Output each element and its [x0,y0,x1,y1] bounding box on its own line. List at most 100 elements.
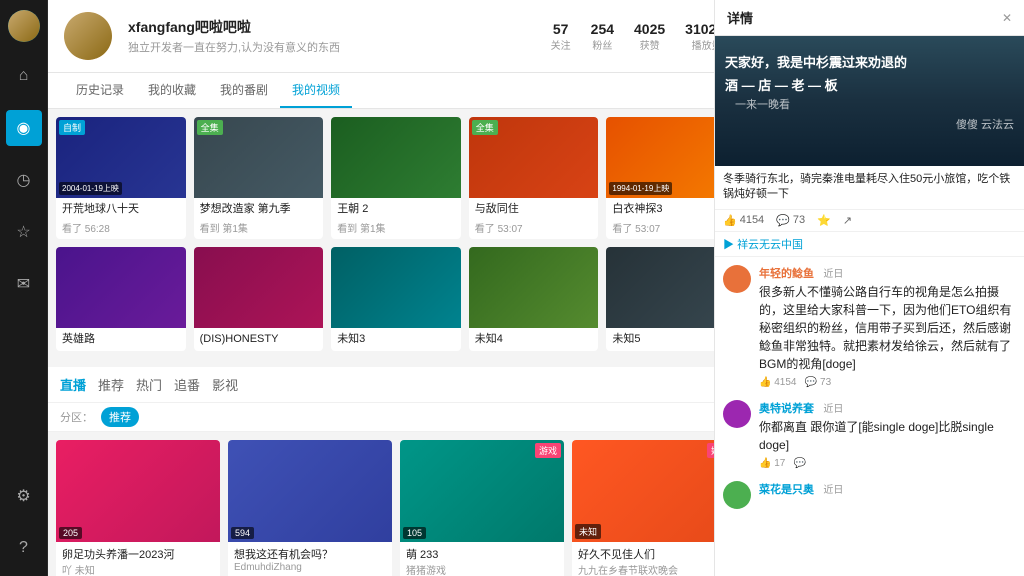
video-grid: 自制 2004-01-19上映 开荒地球八十天 看了 56:28 全集 梦想改造… [56,117,736,239]
tab-recommend[interactable]: 推荐 [98,375,124,394]
live-icon[interactable]: ◉ [6,110,42,146]
live-author: 吖 未知 [62,562,214,576]
live-thumbnail: 105 游戏 [400,440,564,543]
video-bottom-text: 冬季骑行东北，骑完秦淮电量耗尽入住50元小旅馆，吃个铁锅炖好顿一下 [723,172,1016,203]
comment-username: 年轻的鲶鱼 [759,268,814,280]
author-icon: ▶ [723,239,734,251]
live-author: EdmuhdiZhang [234,562,386,573]
comment-header: 详情 ✕ [715,0,1024,36]
video-card[interactable]: 英雄路 [56,247,186,350]
profile-avatar[interactable] [64,12,112,60]
barrage-2: 傻傻 云法云 [956,116,1014,132]
video-meta: 看到 第1集 [331,220,461,239]
live-author: 猪猪游戏 [406,562,558,576]
live-card[interactable]: 205 卵足功头养潘一2023河 吖 未知 [56,440,220,576]
comment-text: 很多新人不懂骑公路自行车的视角是怎么拍摄的，这里给大家科普一下，因为他们ETO组… [759,283,1016,373]
video-thumbnail [331,247,461,328]
stat-likes: 4025 获赞 [634,21,665,52]
tab-live[interactable]: 直播 [60,375,86,394]
tab-favorites[interactable]: 我的收藏 [136,73,208,108]
comment-item: 菜花是只奥 近日 [723,481,1016,509]
video-thumbnail [194,247,324,328]
message-icon[interactable]: ✉ [6,266,42,302]
feedback-icon[interactable]: ? [6,530,42,566]
video-section-2: 英雄路 (DIS)HONESTY 未知3 未知4 未知5 [48,247,744,358]
comment-item: 年轻的鲶鱼 近日 很多新人不懂骑公路自行车的视角是怎么拍摄的，这里给大家科普一下… [723,265,1016,388]
action-bar: 👍 4154 💬 73 ⭐ ↗ [715,210,1024,232]
comment-time: 近日 [823,485,843,496]
setting-icon[interactable]: ⚙ [6,478,42,514]
live-viewers: 未知 [575,524,601,539]
filter-label: 分区： [60,409,93,425]
video-thumbnail [56,247,186,328]
left-sidebar: ⌂ ◉ ◷ ☆ ✉ ⚙ ? [0,0,48,576]
tab-hot[interactable]: 热门 [136,375,162,394]
live-info: 萌 233 猪猪游戏 [400,542,564,576]
star-icon[interactable]: ☆ [6,214,42,250]
center-panel: xfangfang吧啦吧啦 独立开发者一直在努力,认为没有意义的东西 57 关注… [48,0,744,576]
avatar [723,400,751,428]
video-card[interactable]: 全集 梦想改造家 第九季 看到 第1集 [194,117,324,239]
like-button[interactable]: 👍 4154 [723,214,764,227]
comment-username: 菜花是只奥 [759,484,814,496]
stat-followers: 254 粉丝 [591,21,614,52]
comment-button[interactable]: 💬 73 [776,214,805,227]
video-card[interactable]: 王朝 2 看到 第1集 [331,117,461,239]
comment-close-button[interactable]: ✕ [1002,11,1012,25]
live-title: 萌 233 [406,546,558,562]
comment-video-text: 天家好，我是中杉震过来劝退的酒 — 店 — 老 — 板 [725,51,1014,98]
history-icon[interactable]: ◷ [6,162,42,198]
live-author: 九九在乡春节联欢晚会 [578,562,730,576]
live-card[interactable]: 594 想我这还有机会吗？ EdmuhdiZhang [228,440,392,576]
video-section-1: 自制 2004-01-19上映 开荒地球八十天 看了 56:28 全集 梦想改造… [48,109,744,247]
tab-followup[interactable]: 追番 [174,375,200,394]
comment-count: 73 [793,214,805,226]
tab-videos[interactable]: 我的视频 [280,73,352,108]
live-card[interactable]: 105 游戏 萌 233 猪猪游戏 [400,440,564,576]
profile-stats: 57 关注 254 粉丝 4025 获赞 3102.8 播放量 [551,21,728,52]
video-meta: 看到 第1集 [194,220,324,239]
video-title: (DIS)HONESTY [194,328,324,350]
star-button[interactable]: ⭐ [817,214,831,227]
video-meta: 看了 53:07 [469,220,599,239]
share-button[interactable]: ↗ [843,214,852,227]
comment-panel: 详情 ✕ 天家好，我是中杉震过来劝退的酒 — 店 — 老 — 板 一来一晚看 傻… [714,0,1024,576]
video-card[interactable]: 自制 2004-01-19上映 开荒地球八十天 看了 56:28 [56,117,186,239]
video-thumbnail: 全集 [469,117,599,198]
live-title: 想我这还有机会吗？ [234,546,386,562]
video-thumbnail: 全集 [194,117,324,198]
comment-likes: 👍 4154 💬 73 [759,377,1016,388]
live-info: 好久不见佳人们 九九在乡春节联欢晚会 [572,542,736,576]
comment-body: 年轻的鲶鱼 近日 很多新人不懂骑公路自行车的视角是怎么拍摄的，这里给大家科普一下… [759,265,1016,388]
filter-row: 分区： 推荐 [48,403,744,432]
live-thumbnail: 未知 娱乐 [572,440,736,543]
tab-anime[interactable]: 我的番剧 [208,73,280,108]
video-card[interactable]: (DIS)HONESTY [194,247,324,350]
video-title: 未知4 [469,328,599,350]
tab-film[interactable]: 影视 [212,375,238,394]
live-title: 好久不见佳人们 [578,546,730,562]
profile-header: xfangfang吧啦吧啦 独立开发者一直在努力,认为没有意义的东西 57 关注… [48,0,744,73]
comment-list: 年轻的鲶鱼 近日 很多新人不懂骑公路自行车的视角是怎么拍摄的，这里给大家科普一下… [715,257,1024,576]
live-grid: 205 卵足功头养潘一2023河 吖 未知 594 想我这还有机会吗？ Edmu… [48,432,744,576]
video-badge: 全集 [197,120,223,135]
tab-history[interactable]: 历史记录 [64,73,136,108]
comment-title: 详情 [727,8,1002,27]
video-card[interactable]: 未知4 [469,247,599,350]
live-tag: 游戏 [535,443,561,458]
comment-time: 近日 [823,404,843,415]
video-date: 2004-01-19上映 [59,182,122,195]
video-grid-2: 英雄路 (DIS)HONESTY 未知3 未知4 未知5 [56,247,736,350]
video-thumbnail [331,117,461,198]
user-avatar[interactable] [8,10,40,42]
video-card[interactable]: 未知3 [331,247,461,350]
profile-username: xfangfang吧啦吧啦 [128,17,535,37]
video-author: ▶ 祥云无云中国 [715,232,1024,257]
comment-likes: 👍 17 💬 [759,458,1016,469]
live-card[interactable]: 未知 娱乐 好久不见佳人们 九九在乡春节联欢晚会 [572,440,736,576]
home-icon[interactable]: ⌂ [6,58,42,94]
video-card[interactable]: 全集 与敌同住 看了 53:07 [469,117,599,239]
filter-recommend[interactable]: 推荐 [101,407,139,427]
video-thumbnail [469,247,599,328]
video-badge: 自制 [59,120,85,135]
